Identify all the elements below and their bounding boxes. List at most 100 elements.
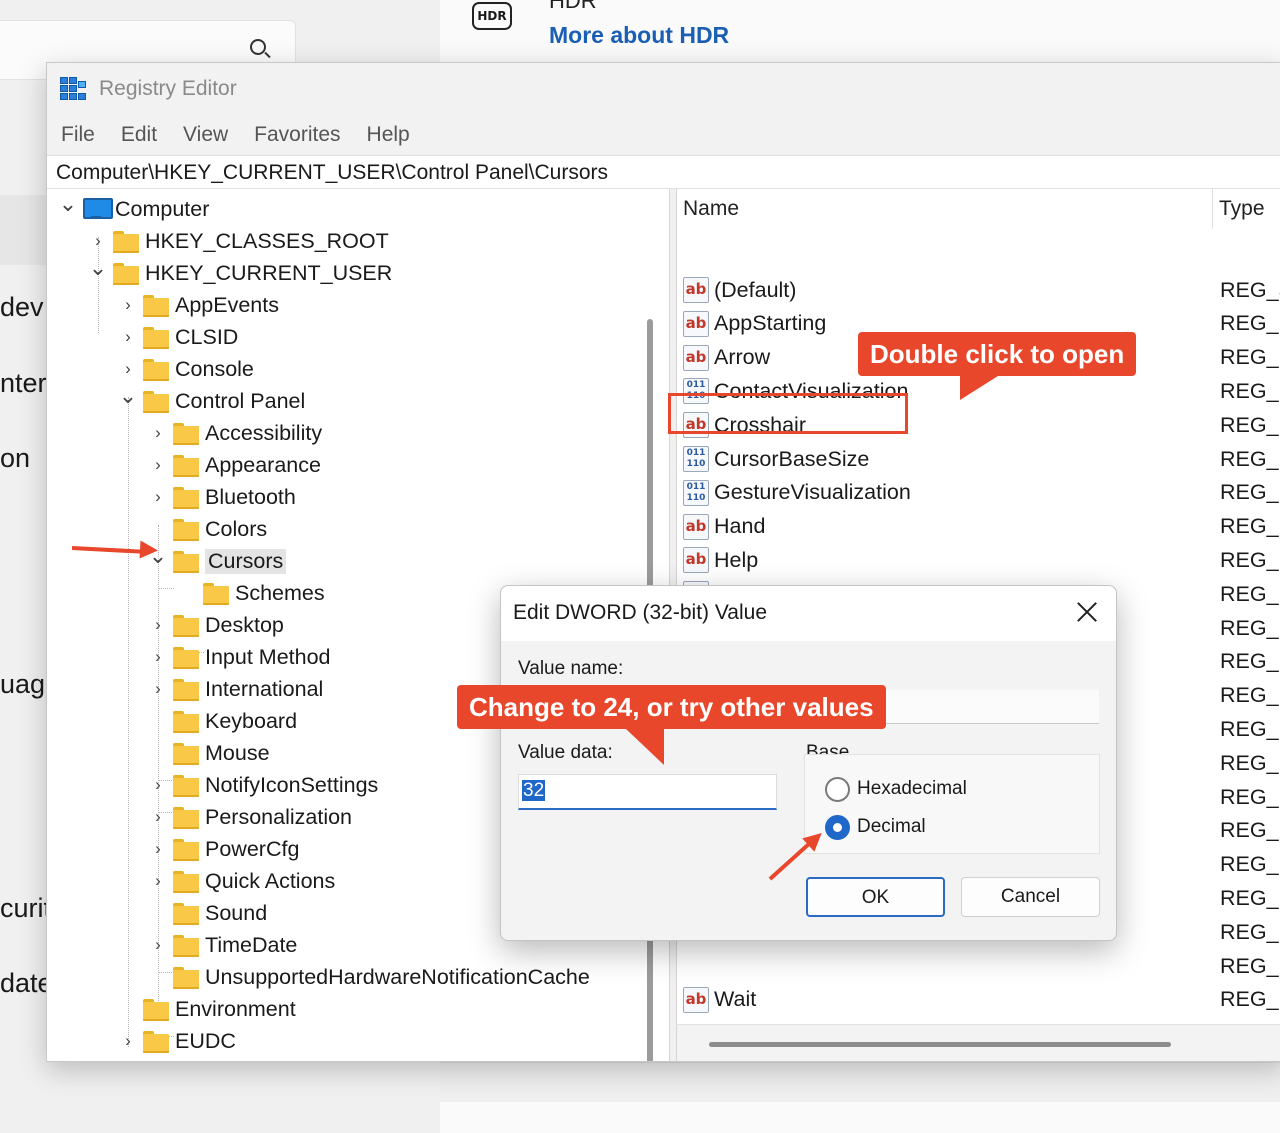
chevron-right-icon[interactable]: › (143, 807, 173, 827)
tree-node-hkey-classes-root[interactable]: › HKEY_CLASSES_ROOT (83, 225, 389, 257)
ok-button[interactable]: OK (806, 877, 945, 917)
column-header-name[interactable]: Name (683, 197, 739, 221)
tree-node-input-method[interactable]: › Input Method (143, 641, 331, 673)
tree-node-quick-actions[interactable]: › Quick Actions (143, 865, 335, 897)
tree-node-notifyiconsettings[interactable]: › NotifyIconSettings (143, 769, 378, 801)
value-row[interactable]: REG_E (683, 949, 1280, 983)
tree-node-appevents[interactable]: › AppEvents (113, 289, 279, 321)
hexadecimal-label[interactable]: Hexadecimal (857, 778, 967, 800)
tree-node-label: UnsupportedHardwareNotificationCache (205, 964, 590, 989)
folder-icon (143, 1031, 169, 1053)
chevron-right-icon[interactable]: › (143, 775, 173, 795)
decimal-label[interactable]: Decimal (857, 816, 926, 838)
value-data-input[interactable]: 32 (518, 774, 777, 810)
tree-node-schemes[interactable]: Schemes (173, 577, 325, 609)
tree-node-appearance[interactable]: › Appearance (143, 449, 321, 481)
chevron-right-icon[interactable]: › (83, 231, 113, 251)
tree-node-mouse[interactable]: Mouse (143, 737, 270, 769)
search-icon[interactable] (250, 39, 266, 55)
settings-nav-fragment[interactable]: curit (0, 893, 51, 924)
value-type: REG_E (1220, 919, 1280, 944)
menu-view[interactable]: View (183, 115, 228, 155)
value-row[interactable]: abHelp REG_E (683, 543, 1280, 577)
registry-editor-icon (60, 77, 87, 102)
tree-node-personalization[interactable]: › Personalization (143, 801, 352, 833)
chevron-right-icon[interactable]: › (143, 839, 173, 859)
chevron-right-icon[interactable]: › (143, 615, 173, 635)
tree-node-label: PowerCfg (205, 836, 300, 861)
tree-node-unsupportedhardwarenotificationcache[interactable]: UnsupportedHardwareNotificationCache (143, 961, 590, 993)
chevron-right-icon[interactable]: › (143, 487, 173, 507)
value-name-label: Value name: (518, 658, 624, 679)
tree-node-colors[interactable]: Colors (143, 513, 267, 545)
tree-node-environment[interactable]: Environment (113, 993, 296, 1025)
settings-nav-fragment[interactable]: on (0, 443, 30, 474)
tree-node-international[interactable]: › International (143, 673, 323, 705)
chevron-right-icon[interactable]: › (143, 935, 173, 955)
value-row[interactable]: abHand REG_E (683, 510, 1280, 544)
settings-nav-fragment[interactable]: date (0, 968, 53, 999)
chevron-right-icon[interactable]: › (143, 679, 173, 699)
close-icon[interactable] (1073, 598, 1101, 626)
tree-node-powercfg[interactable]: › PowerCfg (143, 833, 299, 865)
tree-node-hkey-current-user[interactable]: ⌄ HKEY_CURRENT_USER (83, 255, 392, 289)
chevron-right-icon[interactable]: › (113, 1031, 143, 1051)
chevron-right-icon[interactable]: › (143, 871, 173, 891)
dialog-title-bar[interactable]: Edit DWORD (32-bit) Value (501, 586, 1116, 641)
tree-node-label: Cursors (205, 548, 287, 574)
tree-node-console[interactable]: › Console (113, 353, 254, 385)
tree-node-clsid[interactable]: › CLSID (113, 321, 238, 353)
tree-node-desktop[interactable]: › Desktop (143, 609, 284, 641)
chevron-right-icon[interactable]: › (143, 455, 173, 475)
edit-dword-dialog: Edit DWORD (32-bit) Value Value name: Va… (500, 585, 1117, 941)
chevron-down-icon[interactable]: ⌄ (53, 191, 83, 217)
folder-icon (143, 391, 169, 413)
chevron-right-icon[interactable]: › (113, 327, 143, 347)
address-bar[interactable]: Computer\HKEY_CURRENT_USER\Control Panel… (47, 155, 1280, 189)
decimal-radio[interactable] (825, 815, 850, 840)
tree-node-label: Control Panel (175, 388, 306, 413)
string-value-icon: ab (683, 344, 709, 371)
menu-edit[interactable]: Edit (121, 115, 157, 155)
value-row[interactable]: abWait REG_E (683, 983, 1280, 1017)
cancel-button[interactable]: Cancel (961, 877, 1100, 917)
menu-favorites[interactable]: Favorites (254, 115, 340, 155)
value-name: Arrow (714, 345, 771, 370)
tree-node-keyboard[interactable]: Keyboard (143, 705, 297, 737)
column-header-type[interactable]: Type (1219, 197, 1265, 221)
chevron-right-icon[interactable]: › (113, 359, 143, 379)
chevron-right-icon[interactable]: › (143, 423, 173, 443)
hdr-title: HDR (549, 0, 597, 13)
callout-pointer (626, 729, 664, 765)
settings-nav-fragment[interactable]: dev (0, 292, 44, 323)
tree-node-cursors[interactable]: ⌄ Cursors (143, 543, 287, 577)
menu-file[interactable]: File (61, 115, 95, 155)
tree-node-computer[interactable]: ⌄ Computer (53, 191, 210, 225)
tree-node-timedate[interactable]: › TimeDate (143, 929, 297, 961)
tree-node-label: Accessibility (205, 420, 323, 445)
chevron-down-icon[interactable]: ⌄ (83, 255, 113, 281)
list-horizontal-scrollbar[interactable] (709, 1042, 1171, 1047)
tree-node-label: International (205, 676, 324, 701)
value-row[interactable]: 011110CursorBaseSize REG_D (683, 442, 1280, 476)
value-row[interactable]: ab(Default) REG_S (683, 273, 1280, 307)
tree-node-sound[interactable]: Sound (143, 897, 267, 929)
settings-nav-fragment[interactable]: nter (0, 368, 47, 399)
tree-node-bluetooth[interactable]: › Bluetooth (143, 481, 296, 513)
value-type: REG_E (1220, 716, 1280, 741)
value-type: REG_E (1220, 581, 1280, 606)
hexadecimal-radio[interactable] (825, 777, 850, 802)
chevron-right-icon[interactable]: › (143, 647, 173, 667)
folder-icon (173, 423, 199, 445)
chevron-down-icon[interactable]: ⌄ (113, 383, 143, 409)
tree-node-eudc[interactable]: › EUDC (113, 1025, 236, 1057)
value-row[interactable]: 011110GestureVisualization REG_D (683, 476, 1280, 510)
folder-icon (173, 679, 199, 701)
title-bar[interactable]: Registry Editor (47, 63, 1280, 115)
chevron-right-icon[interactable]: › (113, 295, 143, 315)
more-about-hdr-link[interactable]: More about HDR (549, 22, 729, 49)
tree-node-control-panel[interactable]: ⌄ Control Panel (113, 383, 306, 417)
menu-help[interactable]: Help (367, 115, 410, 155)
tree-node-accessibility[interactable]: › Accessibility (143, 417, 322, 449)
binary-value-icon: 011 110 (683, 446, 709, 472)
